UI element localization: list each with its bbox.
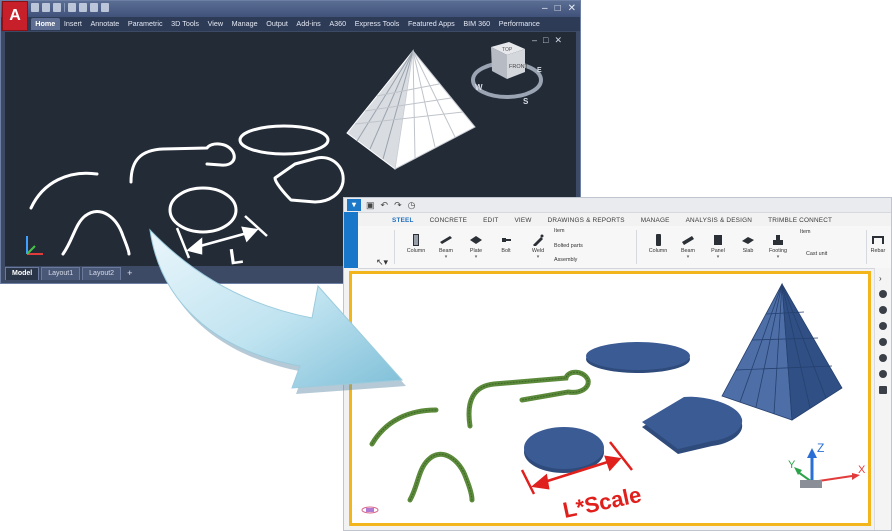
conversion-arrow: [149, 228, 406, 394]
autocad-app-logo[interactable]: A: [3, 2, 27, 30]
